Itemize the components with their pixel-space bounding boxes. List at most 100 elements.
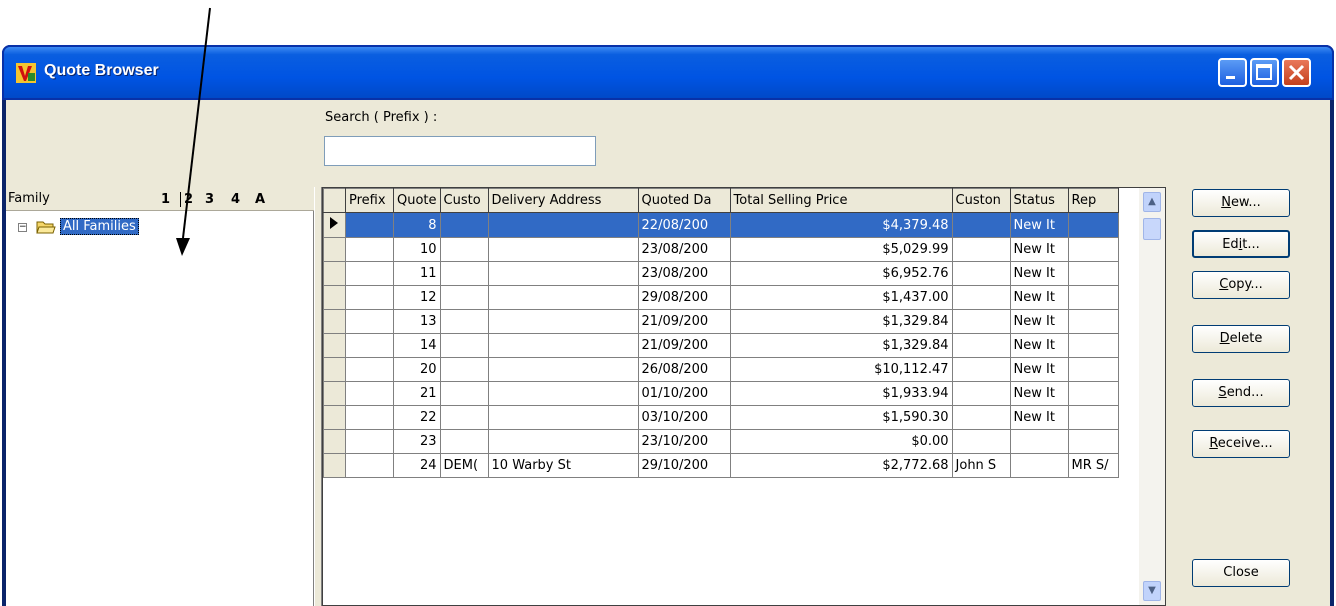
- close-window-button[interactable]: [1282, 58, 1311, 87]
- cell-status[interactable]: [1009, 429, 1069, 454]
- cell-delivery-address[interactable]: [487, 357, 639, 382]
- cell-total-selling-price[interactable]: $1,329.84: [729, 309, 953, 334]
- cell-customer-code[interactable]: [439, 261, 489, 286]
- cell-rep[interactable]: MR S/: [1067, 453, 1119, 478]
- cell-quote[interactable]: 8: [393, 212, 441, 238]
- table-row[interactable]: 11 23/08/200 $6,952.76 New It: [323, 261, 1119, 286]
- table-row[interactable]: 10 23/08/200 $5,029.99 New It: [323, 237, 1119, 262]
- cell-prefix[interactable]: [345, 333, 394, 358]
- cell-rep[interactable]: [1067, 333, 1119, 358]
- cell-prefix[interactable]: [345, 309, 394, 334]
- cell-total-selling-price[interactable]: $4,379.48: [729, 212, 953, 238]
- cell-total-selling-price[interactable]: $2,772.68: [729, 453, 953, 478]
- cell-customer[interactable]: [951, 285, 1011, 310]
- panel-splitter[interactable]: [314, 187, 322, 606]
- row-indicator[interactable]: [323, 237, 346, 262]
- cell-status[interactable]: New It: [1009, 212, 1069, 238]
- cell-prefix[interactable]: [345, 212, 394, 238]
- cell-quoted-date[interactable]: 23/10/200: [637, 429, 731, 454]
- cell-quote[interactable]: 10: [393, 237, 441, 262]
- cell-delivery-address[interactable]: 10 Warby St: [487, 453, 639, 478]
- receive-button[interactable]: Receive...: [1192, 430, 1290, 458]
- cell-prefix[interactable]: [345, 405, 394, 430]
- cell-quote[interactable]: 14: [393, 333, 441, 358]
- cell-quoted-date[interactable]: 01/10/200: [637, 381, 731, 406]
- table-row[interactable]: 24 DEM(10 Warby St 29/10/200 $2,772.68 John …: [323, 453, 1119, 478]
- cell-quoted-date[interactable]: 21/09/200: [637, 309, 731, 334]
- delete-button[interactable]: Delete: [1192, 325, 1290, 353]
- cell-customer-code[interactable]: [439, 429, 489, 454]
- cell-customer-code[interactable]: [439, 405, 489, 430]
- title-bar[interactable]: Quote Browser: [2, 45, 1334, 100]
- cell-delivery-address[interactable]: [487, 237, 639, 262]
- level-1-button[interactable]: 1: [161, 192, 170, 207]
- tree-collapse-toggle[interactable]: −: [18, 223, 27, 232]
- cell-quoted-date[interactable]: 23/08/200: [637, 237, 731, 262]
- table-row[interactable]: 21 01/10/200 $1,933.94 New It: [323, 381, 1119, 406]
- column-header-status[interactable]: Status: [1009, 188, 1069, 213]
- table-row[interactable]: 23 23/10/200 $0.00: [323, 429, 1119, 454]
- row-indicator[interactable]: [323, 333, 346, 358]
- cell-prefix[interactable]: [345, 285, 394, 310]
- cell-customer-code[interactable]: [439, 381, 489, 406]
- cell-quoted-date[interactable]: 29/08/200: [637, 285, 731, 310]
- cell-status[interactable]: New It: [1009, 261, 1069, 286]
- scroll-down-button[interactable]: ▼: [1143, 581, 1161, 601]
- cell-quote[interactable]: 24: [393, 453, 441, 478]
- row-indicator[interactable]: [323, 357, 346, 382]
- copy-button[interactable]: Copy...: [1192, 271, 1290, 299]
- column-header-customer[interactable]: Custon: [951, 188, 1011, 213]
- table-row[interactable]: 12 29/08/200 $1,437.00 New It: [323, 285, 1119, 310]
- cell-quoted-date[interactable]: 23/08/200: [637, 261, 731, 286]
- row-indicator[interactable]: [323, 261, 346, 286]
- cell-delivery-address[interactable]: [487, 405, 639, 430]
- new-button[interactable]: New...: [1192, 189, 1290, 217]
- cell-rep[interactable]: [1067, 212, 1119, 238]
- column-header-delivery-address[interactable]: Delivery Address: [487, 188, 639, 213]
- cell-status[interactable]: [1009, 453, 1069, 478]
- cell-quoted-date[interactable]: 29/10/200: [637, 453, 731, 478]
- row-indicator[interactable]: [323, 285, 346, 310]
- cell-quote[interactable]: 13: [393, 309, 441, 334]
- column-header-rep[interactable]: Rep: [1067, 188, 1119, 213]
- cell-status[interactable]: New It: [1009, 285, 1069, 310]
- cell-total-selling-price[interactable]: $10,112.47: [729, 357, 953, 382]
- cell-delivery-address[interactable]: [487, 285, 639, 310]
- family-tree[interactable]: − All Families: [6, 211, 314, 606]
- cell-delivery-address[interactable]: [487, 309, 639, 334]
- cell-quoted-date[interactable]: 03/10/200: [637, 405, 731, 430]
- cell-customer-code[interactable]: [439, 309, 489, 334]
- cell-rep[interactable]: [1067, 357, 1119, 382]
- cell-total-selling-price[interactable]: $0.00: [729, 429, 953, 454]
- cell-customer-code[interactable]: [439, 237, 489, 262]
- cell-customer-code[interactable]: [439, 212, 489, 238]
- cell-rep[interactable]: [1067, 381, 1119, 406]
- cell-quote[interactable]: 22: [393, 405, 441, 430]
- cell-prefix[interactable]: [345, 357, 394, 382]
- cell-status[interactable]: New It: [1009, 357, 1069, 382]
- cell-customer-code[interactable]: [439, 333, 489, 358]
- cell-delivery-address[interactable]: [487, 212, 639, 238]
- cell-customer[interactable]: [951, 212, 1011, 238]
- cell-customer-code[interactable]: [439, 357, 489, 382]
- cell-customer-code[interactable]: DEM(: [439, 453, 489, 478]
- cell-customer[interactable]: [951, 333, 1011, 358]
- scroll-up-button[interactable]: ▲: [1143, 192, 1161, 212]
- cell-total-selling-price[interactable]: $5,029.99: [729, 237, 953, 262]
- cell-quoted-date[interactable]: 21/09/200: [637, 333, 731, 358]
- table-row[interactable]: 13 21/09/200 $1,329.84 New It: [323, 309, 1119, 334]
- cell-customer[interactable]: [951, 237, 1011, 262]
- minimize-button[interactable]: [1218, 58, 1247, 87]
- cell-quote[interactable]: 12: [393, 285, 441, 310]
- cell-prefix[interactable]: [345, 453, 394, 478]
- cell-rep[interactable]: [1067, 309, 1119, 334]
- cell-customer-code[interactable]: [439, 285, 489, 310]
- column-header-total-selling-price[interactable]: Total Selling Price: [729, 188, 953, 213]
- cell-customer[interactable]: John S: [951, 453, 1011, 478]
- level-3-button[interactable]: 3: [205, 192, 214, 207]
- vertical-scrollbar[interactable]: ▲ ▼: [1139, 188, 1165, 605]
- cell-status[interactable]: New It: [1009, 381, 1069, 406]
- cell-customer[interactable]: [951, 381, 1011, 406]
- cell-customer[interactable]: [951, 429, 1011, 454]
- column-header-prefix[interactable]: Prefix: [345, 188, 394, 213]
